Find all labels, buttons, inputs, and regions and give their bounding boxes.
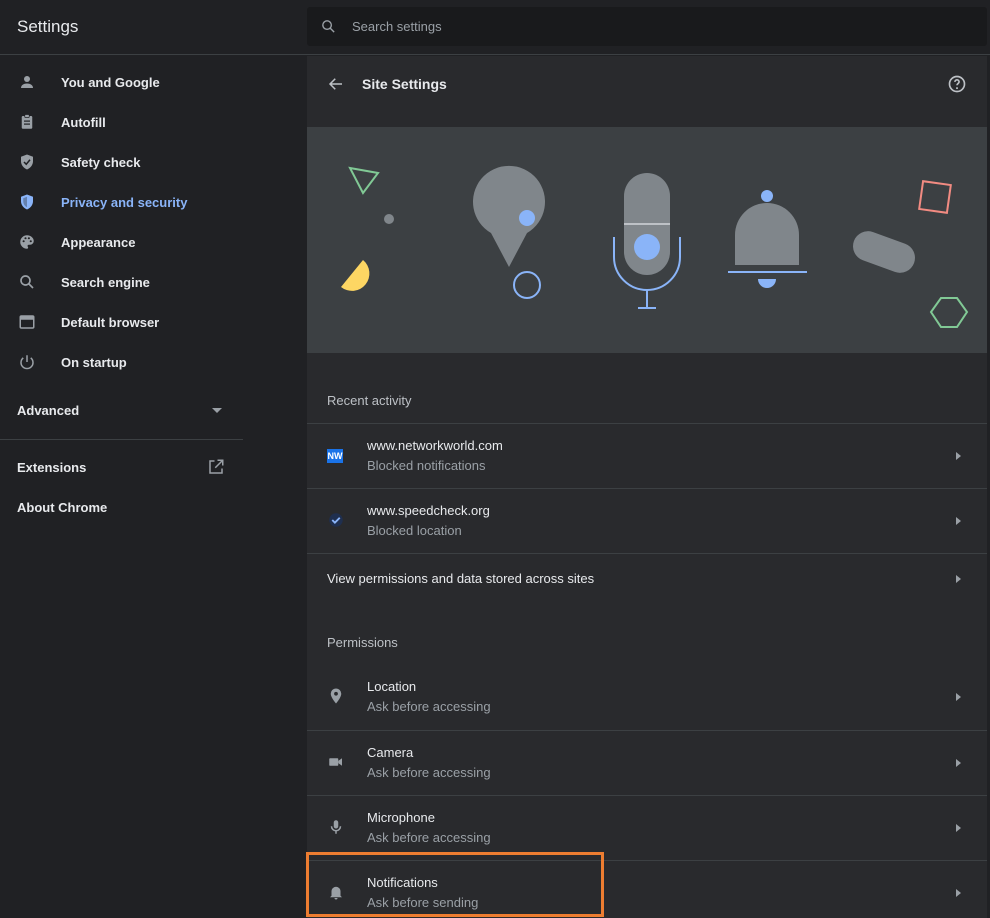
sidebar-item-label: You and Google <box>61 75 160 90</box>
site-settings-banner <box>307 127 987 353</box>
site-name: www.networkworld.com <box>367 438 503 453</box>
permission-name: Notifications <box>367 875 438 890</box>
sidebar-item-label: Safety check <box>61 155 141 170</box>
sidebar-divider <box>0 439 243 440</box>
page-title: Site Settings <box>362 76 447 92</box>
view-permissions-row[interactable]: View permissions and data stored across … <box>307 553 987 603</box>
permission-status: Ask before accessing <box>367 830 491 845</box>
recent-activity-heading: Recent activity <box>327 393 412 408</box>
permission-row-microphone[interactable]: Microphone Ask before accessing <box>307 795 987 860</box>
search-icon <box>20 275 34 289</box>
permission-row-camera[interactable]: Camera Ask before accessing <box>307 730 987 795</box>
clipboard-icon <box>21 114 33 129</box>
top-bar: Settings <box>0 0 990 55</box>
search-icon <box>322 20 335 33</box>
view-permissions-label: View permissions and data stored across … <box>327 571 595 586</box>
search-input[interactable] <box>352 7 952 46</box>
permission-name: Microphone <box>367 810 435 825</box>
search-box[interactable] <box>307 7 987 46</box>
permission-name: Camera <box>367 745 414 760</box>
speedcheck-favicon <box>329 513 343 527</box>
sidebar-item-label: Autofill <box>61 115 106 130</box>
recent-activity-row-networkworld[interactable]: NW www.networkworld.com Blocked notifica… <box>307 423 987 488</box>
sidebar-item-safety-check[interactable]: Safety check <box>0 142 243 182</box>
help-icon[interactable] <box>947 74 967 94</box>
browser-icon <box>19 315 35 329</box>
open-in-new-icon <box>209 459 224 474</box>
advanced-toggle[interactable]: Advanced <box>0 396 243 424</box>
about-chrome-label: About Chrome <box>17 500 108 515</box>
sidebar-item-search-engine[interactable]: Search engine <box>0 262 243 302</box>
power-icon <box>20 355 34 370</box>
sidebar-item-label: Search engine <box>61 275 150 290</box>
networkworld-favicon: NW <box>327 449 343 463</box>
chevron-right-icon <box>956 517 961 525</box>
site-status: Blocked notifications <box>367 458 486 473</box>
site-name: www.speedcheck.org <box>367 503 490 518</box>
chevron-down-icon <box>212 408 222 413</box>
advanced-label: Advanced <box>17 403 80 418</box>
sidebar-item-label: Privacy and security <box>61 195 188 210</box>
palette-icon <box>20 235 34 249</box>
sidebar: You and Google Autofill Safety check Pri… <box>0 56 243 918</box>
sidebar-item-autofill[interactable]: Autofill <box>0 102 243 142</box>
sidebar-item-you-and-google[interactable]: You and Google <box>0 62 243 102</box>
chevron-right-icon <box>956 452 961 460</box>
microphone-icon <box>330 820 342 834</box>
shield-check-icon <box>21 154 33 170</box>
sidebar-item-label: Default browser <box>61 315 160 330</box>
permission-name: Location <box>367 679 417 694</box>
sidebar-item-appearance[interactable]: Appearance <box>0 222 243 262</box>
sidebar-item-on-startup[interactable]: On startup <box>0 342 243 382</box>
permission-row-location[interactable]: Location Ask before accessing <box>307 665 987 730</box>
camera-icon <box>329 758 342 766</box>
permission-status: Ask before accessing <box>367 699 491 714</box>
sidebar-item-label: On startup <box>61 355 127 370</box>
permission-status: Ask before accessing <box>367 765 491 780</box>
location-pin-icon <box>330 688 342 704</box>
sidebar-item-default-browser[interactable]: Default browser <box>0 302 243 342</box>
chevron-right-icon <box>956 575 961 583</box>
permission-status: Ask before sending <box>367 895 479 910</box>
recent-activity-row-speedcheck[interactable]: www.speedcheck.org Blocked location <box>307 488 987 553</box>
sidebar-item-label: Appearance <box>61 235 136 250</box>
sidebar-item-privacy-and-security[interactable]: Privacy and security <box>0 182 243 222</box>
site-status: Blocked location <box>367 523 462 538</box>
back-arrow-icon[interactable] <box>327 75 345 93</box>
chevron-right-icon <box>956 759 961 767</box>
app-title: Settings <box>17 17 79 36</box>
person-icon <box>21 76 33 88</box>
chevron-right-icon <box>956 824 961 832</box>
extensions-label: Extensions <box>17 460 87 475</box>
chevron-right-icon <box>956 889 961 897</box>
shield-icon <box>21 194 33 210</box>
chevron-right-icon <box>956 693 961 701</box>
bell-icon <box>330 886 342 900</box>
extensions-link[interactable]: Extensions <box>0 452 243 482</box>
main-panel: Site Settings Recent activity NW www.net… <box>307 56 987 918</box>
permissions-heading: Permissions <box>327 635 398 650</box>
page-header: Site Settings <box>307 56 987 111</box>
permission-row-notifications[interactable]: Notifications Ask before sending <box>307 860 987 918</box>
about-chrome-link[interactable]: About Chrome <box>0 492 243 522</box>
site-settings-illustration <box>341 165 969 328</box>
